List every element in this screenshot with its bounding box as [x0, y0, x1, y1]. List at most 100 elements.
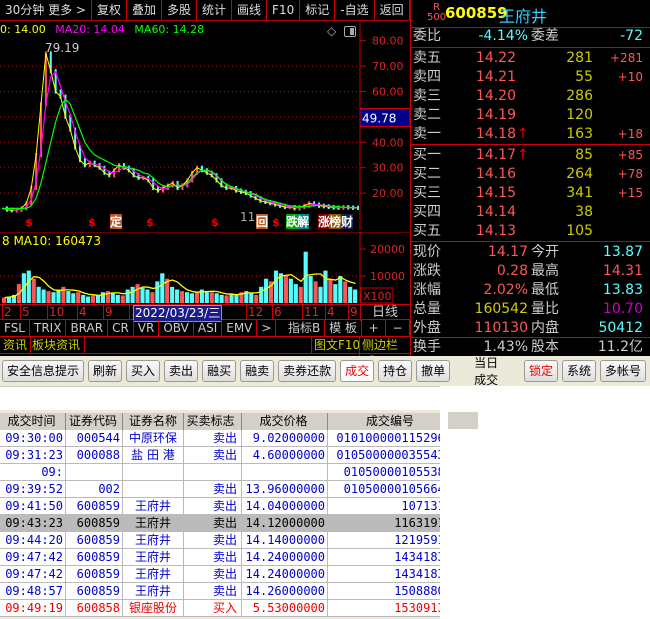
column-header[interactable]: 成交编号: [328, 413, 455, 430]
f10-tab[interactable]: 图文F10: [311, 337, 362, 353]
indicator-tab[interactable]: 指标B: [284, 320, 326, 336]
toolbar-item[interactable]: 30分钟 更多 >: [0, 0, 92, 20]
volume-bar: [175, 289, 180, 303]
event-marker[interactable]: $: [25, 216, 33, 229]
indicator-tab[interactable]: CR: [108, 320, 134, 336]
volume-bar: [353, 289, 358, 303]
panel-toggle-icon[interactable]: [344, 26, 356, 37]
trade-button[interactable]: 卖出: [164, 360, 199, 382]
price-chart[interactable]: 80.0070.0060.0050.0040.0030.0020.0079.19…: [0, 21, 410, 230]
table-cell: 卖出: [184, 532, 242, 548]
indicator-tab[interactable]: 模 板: [325, 320, 362, 336]
event-marker[interactable]: $: [146, 216, 154, 229]
order-book-row: 买三 14.15 341 +15: [413, 185, 643, 201]
stat-row: 总量 160542 量比 10.70: [413, 301, 643, 317]
table-row[interactable]: 09:31:23 000088 盐 田 港卖出 4.60000000 010500000…: [0, 447, 455, 464]
table-cell: [123, 464, 184, 480]
volume-bar: [209, 292, 214, 303]
table-row[interactable]: 09:30:00 000544 中原环保 卖出 9.02000000 0101000001…: [0, 430, 455, 447]
indicator-tab[interactable]: TRIX: [30, 320, 67, 336]
trade-button[interactable]: 买入: [126, 360, 161, 382]
ma60-label: MA60: 14.28: [134, 23, 205, 36]
volume-bar: [120, 295, 125, 303]
table-row[interactable]: 09:49:19 600858 银座股份 买入 5.53000000 15309135: [0, 600, 455, 617]
trade-button[interactable]: 持仓: [378, 360, 413, 382]
lock-button[interactable]: 锁定: [523, 360, 558, 382]
indicator-tab[interactable]: FSL: [0, 320, 30, 336]
volume-bar: [26, 270, 31, 303]
toolbar-item[interactable]: 画线: [232, 0, 268, 20]
trade-button[interactable]: 融卖: [240, 360, 275, 382]
toolbar-item[interactable]: F10: [267, 0, 301, 20]
indicator-tab[interactable]: EMV: [222, 320, 258, 336]
ma-legend: 0: 14.00 MA20: 14.04 MA60: 14.28: [0, 23, 210, 36]
table-cell: 09:31:23: [0, 447, 66, 463]
sector-news-tab[interactable]: 板块资讯: [28, 337, 86, 353]
indicator-tab[interactable]: >: [257, 320, 277, 336]
toolbar-item[interactable]: 返回: [375, 0, 410, 20]
diamond-icon[interactable]: ◇: [327, 24, 336, 38]
toolbar-item[interactable]: 复权: [92, 0, 127, 20]
table-row[interactable]: 09: 010500001055384: [0, 464, 455, 481]
table-cell: [242, 464, 328, 480]
table-cell: 09:48:57: [0, 583, 66, 599]
date-label: 4: [325, 305, 335, 320]
volume-bar: [135, 284, 140, 303]
volume-bar: [338, 276, 343, 303]
table-cell: 王府井: [123, 532, 184, 548]
system-button[interactable]: 系统: [561, 360, 596, 382]
period-label[interactable]: 日线: [372, 305, 398, 320]
table-cell: 09:30:00: [0, 430, 66, 446]
column-header[interactable]: 成交价格: [242, 413, 328, 430]
table-cell: 卖出: [184, 549, 242, 565]
table-cell: 9.02000000: [242, 430, 328, 446]
volume-bar: [51, 292, 56, 303]
toolbar-item[interactable]: -自选: [335, 0, 375, 20]
column-header[interactable]: 证券代码: [66, 413, 123, 430]
indicator-tab[interactable]: VR: [134, 320, 160, 336]
ma10-label: 0: 14.00: [0, 23, 46, 36]
trade-button[interactable]: 成交: [340, 360, 375, 382]
column-header[interactable]: 成交时间: [0, 413, 66, 430]
table-row[interactable]: 09:39:52 002 卖出 13.96000000 010500001056642: [0, 481, 455, 498]
indicator-tab[interactable]: ASI: [194, 320, 223, 336]
trade-button[interactable]: 刷新: [88, 360, 123, 382]
volume-bar: [155, 281, 160, 303]
toolbar-item[interactable]: 叠加: [127, 0, 162, 20]
event-marker[interactable]: 回: [256, 215, 268, 229]
column-header[interactable]: 证券名称: [123, 413, 184, 430]
toolbar-item[interactable]: 统计: [197, 0, 233, 20]
trade-button[interactable]: 安全信息提示: [2, 360, 85, 382]
stat-row: 涨幅 2.02% 最低 13.83: [413, 282, 643, 298]
indicator-tab[interactable]: −: [386, 320, 410, 336]
table-row[interactable]: 09:47:42 600859 王府井 卖出 14.24000000 14341837: [0, 566, 455, 583]
trade-button[interactable]: 撤单: [416, 360, 451, 382]
event-marker[interactable]: 财: [340, 214, 353, 229]
toolbar-item[interactable]: 标记: [300, 0, 336, 20]
indicator-tab[interactable]: BRAR: [66, 320, 109, 336]
rank-badge: R 500: [427, 2, 447, 23]
table-row[interactable]: 09:44:20 600859 王府井 卖出 14.14000000 12195911: [0, 532, 455, 549]
event-marker[interactable]: 解: [297, 214, 309, 229]
account-button[interactable]: 多帐号: [599, 360, 646, 382]
order-book-row: 买四 14.14 38: [413, 204, 593, 220]
event-marker[interactable]: $: [272, 216, 280, 229]
event-marker[interactable]: $: [211, 216, 219, 229]
event-marker[interactable]: $: [88, 216, 96, 229]
volume-bar: [194, 292, 199, 303]
event-marker[interactable]: 定: [110, 214, 122, 229]
table-row[interactable]: 09:43:23 600859 王府井 卖出 14.12000000 11631917: [0, 515, 455, 532]
toolbar-item[interactable]: 多股: [162, 0, 198, 20]
trade-button[interactable]: 融买: [202, 360, 237, 382]
trade-button[interactable]: 卖券还款: [278, 360, 337, 382]
indicator-tab[interactable]: OBV: [159, 320, 194, 336]
table-row[interactable]: 09:48:57 600859 王府井 卖出 14.26000000 15088806: [0, 583, 455, 600]
indicator-tab[interactable]: +: [362, 320, 386, 336]
event-marker[interactable]: 榜: [329, 214, 341, 229]
table-row[interactable]: 09:47:42 600859 王府井 卖出 14.24000000 14341836: [0, 549, 455, 566]
header-partial: [448, 412, 478, 429]
table-row[interactable]: 09:41:50 600859 王府井 卖出 14.04000000 1071311: [0, 498, 455, 515]
column-header[interactable]: 买卖标志: [184, 413, 242, 430]
table-cell: 11631917: [328, 515, 455, 531]
news-tab[interactable]: 资讯: [0, 337, 32, 353]
